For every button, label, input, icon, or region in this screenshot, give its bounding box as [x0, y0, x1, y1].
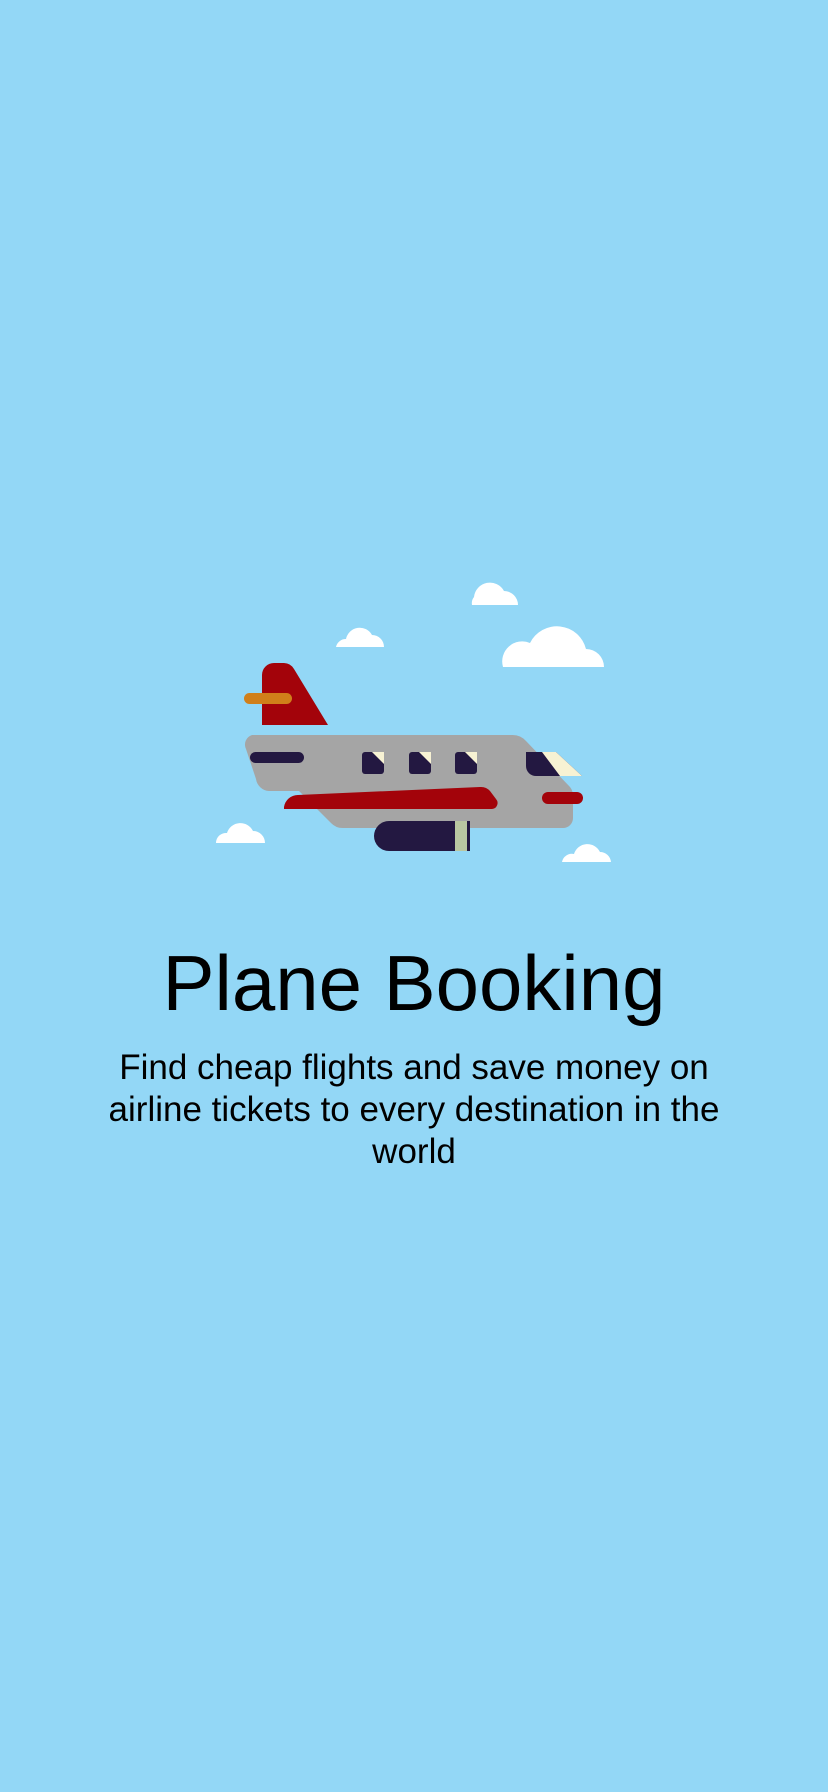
hero-illustration	[200, 575, 620, 875]
cloud-icon	[215, 823, 265, 843]
onboarding-screen: Plane Booking Find cheap flights and sav…	[0, 0, 828, 1792]
cloud-icon	[502, 626, 604, 667]
cloud-icon	[336, 627, 384, 647]
page-subtitle: Find cheap flights and save money on air…	[108, 1048, 720, 1171]
window-icon	[409, 752, 431, 774]
window-icon	[362, 752, 384, 774]
page-title: Plane Booking	[162, 939, 666, 1027]
cloud-icon	[562, 844, 611, 862]
airplane-icon	[215, 582, 611, 862]
cloud-icon	[471, 582, 518, 605]
window-icon	[455, 752, 477, 774]
